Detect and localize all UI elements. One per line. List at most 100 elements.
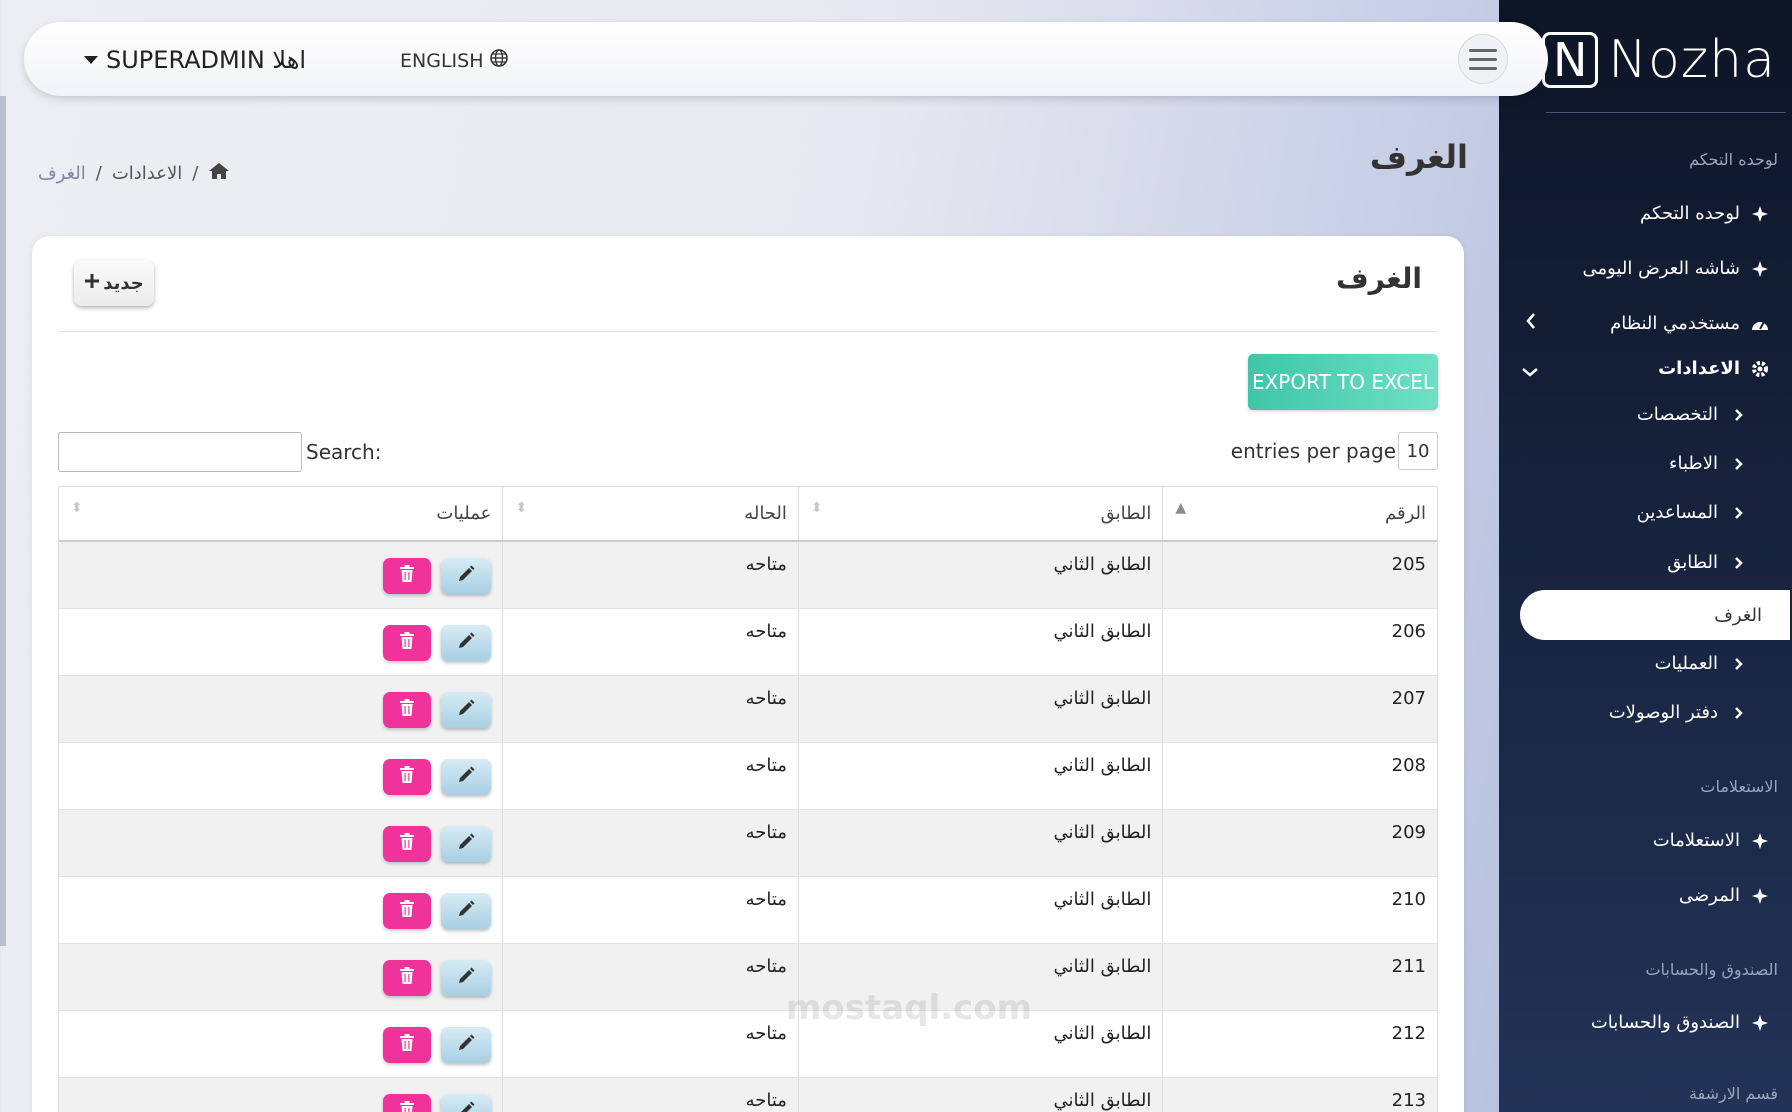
breadcrumb-current: الغرف bbox=[38, 163, 86, 184]
sidebar-item-patients[interactable]: المرضى bbox=[1679, 885, 1770, 906]
row-actions bbox=[70, 688, 492, 728]
table-row: 209 الطابق الثاني متاحه bbox=[59, 810, 1437, 877]
delete-button[interactable] bbox=[383, 826, 432, 862]
user-menu-dropdown[interactable]: SUPERADMIN اهلا bbox=[84, 46, 306, 74]
edit-button[interactable] bbox=[441, 893, 492, 929]
edit-button[interactable] bbox=[441, 692, 492, 728]
chevron-right-icon bbox=[1728, 706, 1748, 720]
dashboard-icon bbox=[1750, 260, 1770, 278]
cell-status: متاحه bbox=[502, 743, 798, 809]
delete-button[interactable] bbox=[383, 893, 432, 929]
cell-status: متاحه bbox=[502, 542, 798, 608]
delete-button[interactable] bbox=[383, 759, 432, 795]
edit-button[interactable] bbox=[441, 1094, 492, 1112]
edit-icon bbox=[457, 1101, 475, 1112]
sidebar-sub-operations[interactable]: العمليات bbox=[1655, 653, 1748, 674]
sidebar-sub-rooms-active[interactable]: الغرف bbox=[1520, 590, 1790, 640]
breadcrumb-settings-link[interactable]: الاعدادات bbox=[112, 163, 182, 184]
chevron-right-icon bbox=[1728, 506, 1748, 520]
dashboard-icon bbox=[1750, 832, 1770, 850]
sidebar-sub-floor[interactable]: الطابق bbox=[1667, 552, 1748, 573]
delete-button[interactable] bbox=[383, 558, 432, 594]
chevron-left-icon[interactable] bbox=[1525, 312, 1537, 335]
cell-number: 207 bbox=[1162, 676, 1437, 742]
edit-button[interactable] bbox=[441, 759, 492, 795]
top-navbar: SUPERADMIN اهلا ENGLISH bbox=[24, 22, 1548, 96]
sidebar-item-treasury[interactable]: الصندوق والحسابات bbox=[1591, 1012, 1770, 1033]
row-actions bbox=[70, 1023, 492, 1063]
cell-floor: الطابق الثاني bbox=[797, 676, 1162, 742]
new-room-button[interactable]: جديد bbox=[74, 260, 154, 306]
dashboard-icon bbox=[1750, 1014, 1770, 1032]
sidebar-item-label: الاطباء bbox=[1669, 453, 1718, 474]
trash-icon bbox=[399, 832, 415, 856]
breadcrumb-separator: / bbox=[95, 163, 102, 184]
edit-button[interactable] bbox=[441, 960, 492, 996]
header-label: الطابق bbox=[1100, 503, 1152, 524]
cell-number: 205 bbox=[1162, 542, 1437, 608]
sidebar-sub-doctors[interactable]: الاطباء bbox=[1669, 453, 1748, 474]
table-row: 210 الطابق الثاني متاحه bbox=[59, 877, 1437, 944]
delete-button[interactable] bbox=[383, 1027, 432, 1063]
row-actions bbox=[70, 1090, 492, 1112]
edit-button[interactable] bbox=[441, 625, 492, 661]
sort-icon: ⬍ bbox=[810, 500, 823, 516]
watermark-text: mostaql.com bbox=[786, 988, 1033, 1028]
trash-icon bbox=[399, 899, 415, 923]
cell-number: 210 bbox=[1162, 877, 1437, 943]
edit-button[interactable] bbox=[441, 558, 492, 594]
column-header-actions[interactable]: عمليات ⬍ bbox=[59, 487, 502, 540]
delete-button[interactable] bbox=[383, 960, 432, 996]
entries-select[interactable]: 10 bbox=[1398, 432, 1438, 470]
sidebar-sub-receipts[interactable]: دفتر الوصولات bbox=[1609, 702, 1748, 723]
column-header-status[interactable]: الحاله ⬍ bbox=[502, 487, 798, 540]
menu-icon-bar bbox=[1469, 66, 1497, 70]
breadcrumb: الغرف / الاعدادات / bbox=[38, 162, 230, 185]
edit-button[interactable] bbox=[441, 826, 492, 862]
new-button-label: جديد bbox=[103, 272, 144, 294]
search-input[interactable] bbox=[58, 432, 302, 472]
header-label: عمليات bbox=[436, 503, 492, 524]
cell-actions bbox=[59, 542, 502, 608]
trash-icon bbox=[399, 1033, 415, 1057]
menu-toggle-button[interactable] bbox=[1458, 34, 1508, 84]
sidebar-item-label: العمليات bbox=[1654, 653, 1718, 674]
sidebar-item-inquiries[interactable]: الاستعلامات bbox=[1653, 830, 1770, 851]
delete-button[interactable] bbox=[383, 625, 432, 661]
breadcrumb-separator: / bbox=[192, 163, 199, 184]
sidebar-item-system-users[interactable]: مستخدمي النظام bbox=[1610, 313, 1770, 334]
home-icon[interactable] bbox=[208, 162, 230, 185]
cell-status: متاحه bbox=[502, 1011, 798, 1077]
sort-asc-icon: ▲ bbox=[1175, 500, 1187, 516]
delete-button[interactable] bbox=[383, 1094, 432, 1112]
cell-actions bbox=[59, 743, 502, 809]
export-excel-button[interactable]: EXPORT TO EXCEL bbox=[1248, 354, 1438, 410]
sidebar-item-daily-display[interactable]: شاشه العرض اليومى bbox=[1583, 258, 1770, 279]
column-header-floor[interactable]: الطابق ⬍ bbox=[797, 487, 1162, 540]
sidebar-item-settings[interactable]: الاعدادات bbox=[1658, 358, 1770, 379]
chevron-down-icon[interactable] bbox=[1521, 362, 1539, 383]
rooms-table: الرقم ▲ الطابق ⬍ الحاله ⬍ عمليات ⬍ 205 ا… bbox=[58, 486, 1438, 1112]
sidebar-sub-assistants[interactable]: المساعدين bbox=[1637, 502, 1748, 523]
chevron-right-icon bbox=[1728, 657, 1748, 671]
cell-number: 206 bbox=[1162, 609, 1437, 675]
edit-button[interactable] bbox=[441, 1027, 492, 1063]
brand[interactable]: N Nozha bbox=[1542, 30, 1776, 90]
trash-icon bbox=[399, 698, 415, 722]
sidebar-item-dashboard[interactable]: لوحده التحكم bbox=[1640, 203, 1770, 224]
column-header-number[interactable]: الرقم ▲ bbox=[1162, 487, 1437, 540]
sidebar-item-label: الصندوق والحسابات bbox=[1590, 1012, 1740, 1033]
sidebar-sub-specialties[interactable]: التخصصات bbox=[1637, 404, 1748, 425]
cell-actions bbox=[59, 810, 502, 876]
menu-icon-bar bbox=[1469, 57, 1497, 61]
cell-floor: الطابق الثاني bbox=[797, 877, 1162, 943]
language-switch[interactable]: ENGLISH bbox=[400, 48, 509, 73]
trash-icon bbox=[399, 564, 415, 588]
table-row: 212 الطابق الثاني متاحه bbox=[59, 1011, 1437, 1078]
delete-button[interactable] bbox=[383, 692, 432, 728]
edit-icon bbox=[457, 766, 475, 789]
cell-floor: الطابق الثاني bbox=[797, 1078, 1162, 1112]
sort-icon: ⬍ bbox=[515, 500, 528, 516]
gear-icon bbox=[1750, 360, 1770, 378]
cell-floor: الطابق الثاني bbox=[797, 810, 1162, 876]
